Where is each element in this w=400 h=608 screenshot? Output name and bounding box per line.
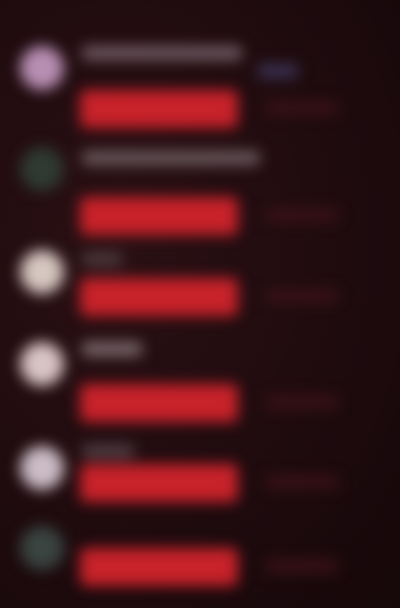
- user-name: [82, 444, 134, 458]
- list-item: [0, 228, 400, 328]
- action-button[interactable]: [80, 548, 238, 586]
- action-button[interactable]: [80, 464, 238, 502]
- action-button[interactable]: [80, 278, 238, 316]
- avatar[interactable]: [20, 342, 64, 386]
- user-name: [82, 342, 142, 356]
- action-button[interactable]: [80, 90, 238, 128]
- user-name: [82, 252, 122, 266]
- list-item: [0, 420, 400, 520]
- status-text: [266, 476, 338, 488]
- blurred-content: [0, 0, 400, 608]
- user-name: [82, 46, 242, 60]
- action-button[interactable]: [80, 384, 238, 422]
- user-name: [82, 151, 260, 165]
- avatar[interactable]: [20, 46, 64, 90]
- status-text: [266, 396, 338, 408]
- status-text: [266, 209, 338, 221]
- avatar[interactable]: [20, 526, 64, 570]
- avatar[interactable]: [20, 147, 64, 191]
- user-tag: [258, 64, 298, 78]
- avatar[interactable]: [20, 446, 64, 490]
- status-text: [266, 290, 338, 302]
- status-text: [266, 560, 338, 572]
- list-item: [0, 512, 400, 608]
- list-item: [0, 322, 400, 422]
- list-item: [0, 125, 400, 235]
- status-text: [266, 102, 338, 114]
- list-item: [0, 20, 400, 128]
- member-list-panel: [0, 0, 400, 608]
- avatar[interactable]: [20, 250, 64, 294]
